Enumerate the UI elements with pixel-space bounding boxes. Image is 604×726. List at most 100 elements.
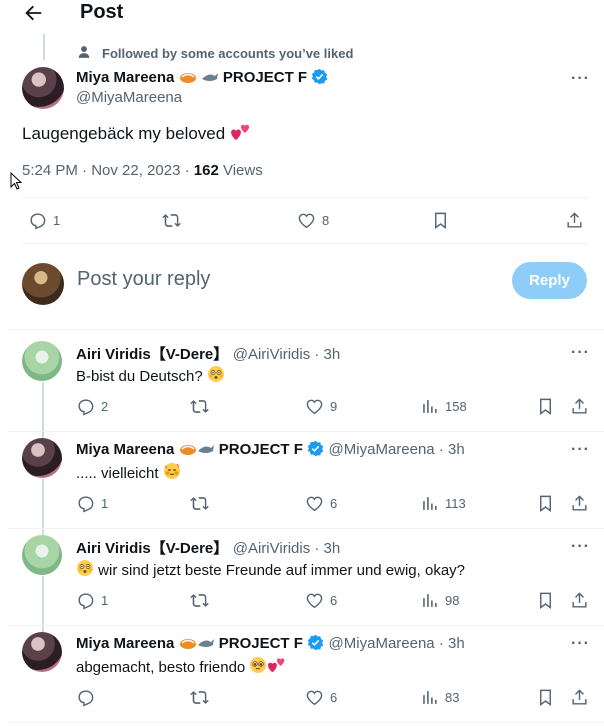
more-options-icon[interactable]: ···	[571, 70, 590, 88]
more-options-icon[interactable]: ···	[571, 635, 590, 653]
author-name[interactable]: Miya Mareena PROJECT F	[76, 440, 324, 458]
more-options-icon[interactable]: ···	[571, 344, 590, 362]
reply-button[interactable]: 1	[28, 211, 60, 230]
heart-icon	[305, 688, 324, 707]
shark-emoji-icon	[201, 70, 219, 84]
author-name-suffix: PROJECT F	[218, 441, 303, 458]
author-handle[interactable]: @AiriViridis · 3h	[233, 540, 340, 557]
back-arrow-icon[interactable]	[22, 2, 44, 24]
reply-text: B-bist du Deutsch?	[76, 365, 225, 385]
hearts-emoji-icon	[267, 656, 287, 674]
divider	[8, 528, 604, 529]
reply-button[interactable]: 1	[76, 494, 108, 513]
more-options-icon[interactable]: ···	[571, 538, 590, 556]
thread-line	[42, 479, 44, 535]
emoji-icon	[179, 636, 197, 650]
views-button[interactable]: 98	[420, 591, 459, 610]
reply-input[interactable]: Post your reply	[77, 268, 210, 291]
analytics-icon	[420, 688, 439, 707]
like-button[interactable]: 8	[297, 211, 329, 230]
bookmark-icon	[536, 688, 555, 707]
repost-icon	[162, 214, 181, 227]
reply-count: 2	[101, 399, 109, 414]
reply-text: ..... vielleicht	[76, 462, 181, 482]
views-count: 162	[193, 162, 219, 179]
like-button[interactable]: 6	[305, 688, 337, 707]
views-count: 113	[445, 496, 466, 511]
bookmark-icon	[536, 494, 555, 513]
analytics-icon	[420, 591, 439, 610]
avatar[interactable]	[22, 438, 62, 478]
avatar[interactable]	[22, 632, 62, 672]
share-button[interactable]	[570, 688, 589, 707]
bookmark-button[interactable]	[536, 688, 555, 707]
share-button[interactable]	[565, 211, 584, 230]
repost-button[interactable]	[190, 591, 209, 610]
reply-text-content: wir sind jetzt beste Freunde auf immer u…	[98, 562, 466, 579]
author-handle[interactable]: @AiriViridis · 3h	[233, 346, 340, 363]
author-display-name: Airi Viridis【V-Dere】	[76, 346, 229, 363]
author-handle[interactable]: @MiyaMareena · 3h	[329, 441, 465, 458]
author-name[interactable]: Miya Mareena PROJECT F	[76, 634, 324, 652]
like-count: 8	[322, 213, 330, 228]
author-display-name: Airi Viridis【V-Dere】	[76, 540, 229, 557]
reply-button[interactable]: 2	[76, 397, 108, 416]
repost-icon	[190, 591, 209, 610]
analytics-icon	[420, 397, 439, 416]
share-button[interactable]	[570, 397, 589, 416]
bookmark-button[interactable]	[536, 591, 555, 610]
author-name[interactable]: Miya Mareena PROJECT F	[76, 68, 328, 86]
author-display-name: Miya Mareena	[76, 441, 175, 458]
divider	[8, 625, 604, 626]
post-timestamp[interactable]: 5:24 PM · Nov 22, 2023 · 162 Views	[22, 162, 263, 179]
share-icon	[570, 591, 589, 610]
avatar[interactable]	[22, 67, 64, 109]
reply-icon	[76, 688, 95, 707]
like-count: 6	[330, 496, 338, 511]
like-button[interactable]: 9	[305, 397, 337, 416]
page-title: Post	[80, 1, 124, 23]
bookmark-button[interactable]	[536, 494, 555, 513]
share-icon	[570, 688, 589, 707]
author-name-suffix: PROJECT F	[218, 635, 303, 652]
bookmark-icon	[435, 212, 446, 230]
author-handle[interactable]: @MiyaMareena	[76, 89, 182, 106]
author-handle[interactable]: @MiyaMareena · 3h	[329, 635, 465, 652]
reply-icon	[30, 213, 46, 230]
reply-text-content: ..... vielleicht	[76, 465, 159, 482]
bookmark-button[interactable]	[431, 211, 450, 230]
verified-badge-icon	[311, 68, 328, 85]
author-name[interactable]: Airi Viridis【V-Dere】	[76, 346, 228, 363]
repost-icon	[190, 688, 209, 707]
reply-button[interactable]: 1	[76, 591, 108, 610]
reply-icon	[76, 494, 95, 513]
avatar[interactable]	[22, 341, 62, 381]
post-time-text: 5:24 PM · Nov 22, 2023 ·	[22, 162, 194, 179]
repost-icon	[190, 494, 209, 513]
bookmark-icon	[536, 591, 555, 610]
repost-button[interactable]	[190, 397, 209, 416]
reply-submit-button[interactable]: Reply	[512, 262, 587, 299]
views-count: 83	[445, 690, 460, 705]
share-button[interactable]	[570, 494, 589, 513]
repost-button[interactable]	[190, 688, 209, 707]
person-icon	[77, 45, 91, 59]
reply-button[interactable]	[76, 688, 101, 707]
views-button[interactable]: 158	[420, 397, 467, 416]
reply-header: Miya Mareena PROJECT F @MiyaMareena · 3h	[76, 634, 465, 653]
repost-button[interactable]	[190, 494, 209, 513]
author-name[interactable]: Airi Viridis【V-Dere】	[76, 540, 228, 557]
more-options-icon[interactable]: ···	[571, 441, 590, 459]
reply-text-content: abgemacht, besto friendo	[76, 659, 246, 676]
bookmark-button[interactable]	[536, 397, 555, 416]
emoji-icon	[163, 462, 181, 480]
like-button[interactable]: 6	[305, 494, 337, 513]
like-button[interactable]: 6	[305, 591, 337, 610]
avatar[interactable]	[22, 535, 62, 575]
thread-line	[43, 34, 45, 60]
views-button[interactable]: 113	[420, 494, 466, 513]
views-button[interactable]: 83	[420, 688, 459, 707]
share-button[interactable]	[570, 591, 589, 610]
repost-button[interactable]	[162, 211, 181, 230]
emoji-icon	[249, 656, 267, 674]
